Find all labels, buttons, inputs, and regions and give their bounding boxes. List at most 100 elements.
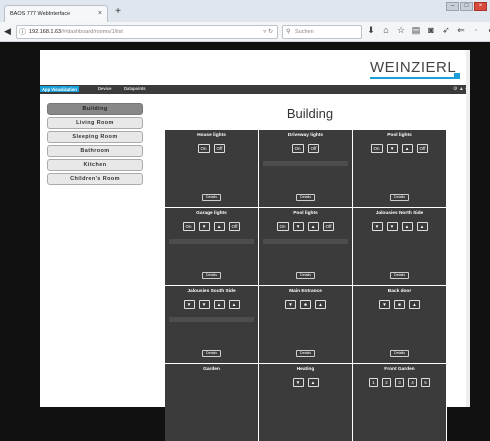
bookmark-star-icon[interactable]: ☆ [396, 25, 406, 36]
stop-button[interactable]: ■ [300, 300, 311, 309]
on-button[interactable]: On [276, 222, 289, 231]
reload-icon[interactable]: ▿ ↻ [263, 28, 273, 35]
more-icon[interactable]: ⋅ [471, 25, 481, 36]
back-icon[interactable]: ◀ [4, 26, 11, 37]
browser-tab[interactable]: BAOS 777 WebInterface × [4, 5, 108, 22]
nav-datapoints[interactable]: Datapoints [124, 86, 146, 91]
down-button[interactable]: ▼ [198, 222, 210, 231]
up-button[interactable]: ▲ [213, 300, 225, 309]
share-icon[interactable]: ⇐ [456, 25, 466, 36]
dimmer-slider[interactable] [169, 239, 254, 244]
sidebar-item-sleeping-room[interactable]: Sleeping Room [47, 131, 143, 143]
url-host: 192.168.1.63 [29, 29, 62, 35]
home-icon[interactable]: ⌂ [381, 25, 391, 36]
up-button[interactable]: ▲ [307, 378, 319, 387]
page-title: Building [286, 106, 334, 121]
button-row: On ▼ ▲ Off [259, 222, 352, 231]
on-button[interactable]: On [291, 144, 304, 153]
close-icon[interactable]: × [98, 10, 102, 17]
on-button[interactable]: On [197, 144, 210, 153]
minimize-button[interactable]: ‒ [446, 2, 459, 11]
down-button[interactable]: ▼ [292, 378, 304, 387]
down-button[interactable]: ▼ [183, 300, 195, 309]
card-title: Heating [296, 367, 315, 372]
control-grid: House lights On Off Details Driveway lights O… [165, 130, 447, 441]
button-row: ▼ ■ ▲ [259, 300, 352, 309]
off-button[interactable]: Off [213, 144, 226, 153]
sidebar-item-bathroom[interactable]: Bathroom [47, 145, 143, 157]
off-button[interactable]: Off [307, 144, 320, 153]
tab-title: BAOS 777 WebInterface [10, 11, 71, 17]
details-button[interactable]: Details [296, 272, 315, 279]
sidebar-item-children-s-room[interactable]: Children's Room [47, 173, 143, 185]
up-button[interactable]: ▲ [315, 300, 326, 309]
down-button[interactable]: ▼ [285, 300, 296, 309]
off-button[interactable]: Off [322, 222, 335, 231]
sidebar-item-living-room[interactable]: Living Room [47, 117, 143, 129]
up-button[interactable]: ▲ [401, 144, 413, 153]
level-button-1[interactable]: 1 [369, 378, 378, 387]
dimmer-slider[interactable] [169, 317, 254, 322]
details-button[interactable]: Details [390, 350, 409, 357]
logo-underline [370, 77, 460, 79]
control-card: Main Entrance ▼ ■ ▲ Details [259, 286, 352, 363]
details-button[interactable]: Details [202, 194, 221, 201]
send-icon[interactable]: ➶ [441, 25, 451, 36]
nav-app-visualization[interactable]: App Visualization [40, 86, 79, 92]
details-button[interactable]: Details [202, 350, 221, 357]
down-button[interactable]: ▼ [379, 300, 390, 309]
scrollbar[interactable] [466, 50, 470, 407]
up-button[interactable]: ▲ [416, 222, 428, 231]
on-button[interactable]: On [182, 222, 195, 231]
off-button[interactable]: Off [228, 222, 241, 231]
download-icon[interactable]: ⬇ [366, 25, 376, 36]
maximize-button[interactable]: □ [460, 2, 473, 11]
down-button[interactable]: ▼ [371, 222, 383, 231]
up-button[interactable]: ▲ [213, 222, 225, 231]
details-button[interactable]: Details [296, 194, 315, 201]
level-button-3[interactable]: 3 [395, 378, 404, 387]
sidebar: Building Living Room Sleeping Room Bathroom… [47, 103, 143, 187]
card-title: Pool lights [293, 211, 318, 216]
search-placeholder: Suchen [295, 29, 314, 35]
up-button[interactable]: ▲ [409, 300, 420, 309]
sidebar-item-building[interactable]: Building [47, 103, 143, 115]
url-bar[interactable]: ⓘ 192.168.1.63/#/dashboard/rooms/1/list … [16, 25, 278, 39]
dimmer-slider[interactable] [263, 239, 348, 244]
off-button[interactable]: Off [416, 144, 429, 153]
stop-button[interactable]: ■ [394, 300, 405, 309]
down-button[interactable]: ▼ [386, 222, 398, 231]
info-icon[interactable]: ⓘ [19, 27, 26, 37]
dimmer-slider[interactable] [263, 161, 348, 166]
down-button[interactable]: ▼ [198, 300, 210, 309]
level-button-2[interactable]: 2 [382, 378, 391, 387]
level-button-5[interactable]: 5 [421, 378, 430, 387]
addon-icon[interactable]: ● [486, 25, 490, 36]
down-button[interactable]: ▼ [292, 222, 304, 231]
details-button[interactable]: Details [390, 194, 409, 201]
new-tab-button[interactable]: + [111, 6, 125, 19]
pocket-icon[interactable]: ◙ [426, 25, 436, 36]
up-button[interactable]: ▲ [228, 300, 240, 309]
search-input[interactable]: ⚲ Suchen [282, 25, 362, 39]
up-button[interactable]: ▲ [401, 222, 413, 231]
app-navbar: App Visualization Device Datapoints ⚙ ▲ … [40, 85, 470, 94]
settings-user-icons[interactable]: ⚙ ▲ ▪ [453, 86, 467, 92]
button-row: On ▼ ▲ Off [353, 144, 446, 153]
details-button[interactable]: Details [296, 350, 315, 357]
down-button[interactable]: ▼ [386, 144, 398, 153]
card-title: Main Entrance [289, 289, 322, 294]
button-row: On Off [165, 144, 258, 153]
library-icon[interactable]: ▤ [411, 25, 421, 36]
details-button[interactable]: Details [202, 272, 221, 279]
up-button[interactable]: ▲ [307, 222, 319, 231]
close-window-button[interactable]: × [474, 2, 487, 11]
details-button[interactable]: Details [390, 272, 409, 279]
on-button[interactable]: On [370, 144, 383, 153]
nav-device[interactable]: Device [98, 86, 112, 91]
level-button-4[interactable]: 4 [408, 378, 417, 387]
button-row: ▼ ■ ▲ [353, 300, 446, 309]
button-row: 12345 [353, 378, 446, 387]
card-title: Pool lights [387, 133, 412, 138]
sidebar-item-kitchen[interactable]: Kitchen [47, 159, 143, 171]
